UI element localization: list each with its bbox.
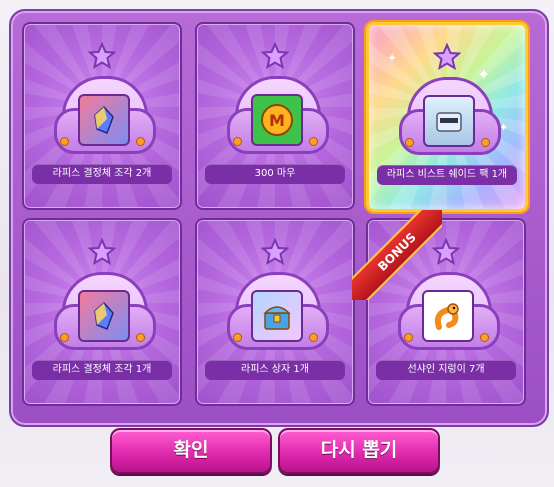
redraw-button-label: 다시 뽑기 xyxy=(320,439,398,461)
star-icon xyxy=(88,238,116,266)
star-icon xyxy=(88,42,116,70)
pedestal-dot xyxy=(233,333,242,342)
reward-label: 라피스 상자 1개 xyxy=(205,360,345,380)
pedestal-dot xyxy=(309,333,318,342)
pedestal-dot xyxy=(481,138,490,147)
confirm-button[interactable]: 확인 xyxy=(110,428,272,474)
pedestal-dot xyxy=(60,137,69,146)
reward-label: 라피스 비스트 쉐이드 팩 1개 xyxy=(377,165,517,185)
star-icon xyxy=(261,238,289,266)
pedestal-dot xyxy=(309,137,318,146)
pedestal-dot xyxy=(136,137,145,146)
reward-label: 라피스 결정체 조각 2개 xyxy=(32,164,172,184)
star-icon xyxy=(433,43,461,71)
reward-card-2: M 300 마우 xyxy=(195,22,355,210)
crystal-shard-icon xyxy=(78,94,130,146)
pedestal-dot xyxy=(480,333,489,342)
treasure-chest-icon xyxy=(251,290,303,342)
reward-label: 라피스 결정체 조각 1개 xyxy=(32,360,172,380)
redraw-button[interactable]: 다시 뽑기 xyxy=(278,428,440,474)
reward-label: 선샤인 지렁이 7개 xyxy=(376,360,516,380)
sparkle-icon: ✦ xyxy=(387,51,398,65)
pedestal-dot xyxy=(405,138,414,147)
reward-label: 300 마우 xyxy=(205,164,345,184)
star-icon xyxy=(432,238,460,266)
crystal-shard-icon xyxy=(78,290,130,342)
pedestal-dot xyxy=(136,333,145,342)
reward-card-6: 선샤인 지렁이 7개 xyxy=(366,218,526,406)
reward-card-1: 라피스 결정체 조각 2개 xyxy=(22,22,182,210)
reward-card-5: 라피스 상자 1개 xyxy=(195,218,355,406)
svg-text:M: M xyxy=(269,111,285,130)
confirm-button-label: 확인 xyxy=(173,439,209,461)
meso-coin-icon: M xyxy=(251,94,303,146)
reward-card-3: ✦ ✦ ✦ 라피스 비스트 쉐이드 팩 1개 xyxy=(366,22,528,212)
sparkle-icon: ✦ xyxy=(477,65,491,84)
pedestal-dot xyxy=(233,137,242,146)
shade-pack-icon xyxy=(423,95,475,147)
pedestal-dot xyxy=(60,333,69,342)
worm-icon xyxy=(422,290,474,342)
reward-card-4: 라피스 결정체 조각 1개 xyxy=(22,218,182,406)
pedestal-dot xyxy=(404,333,413,342)
star-icon xyxy=(261,42,289,70)
